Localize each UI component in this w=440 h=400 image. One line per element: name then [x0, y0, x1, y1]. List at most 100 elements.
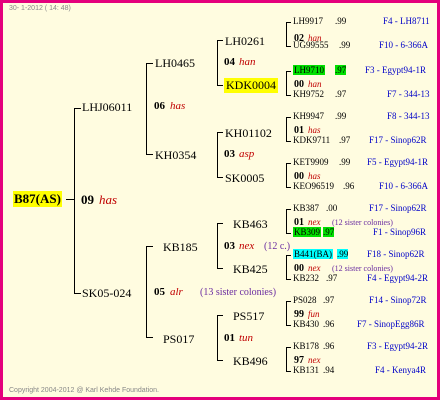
queen-name[interactable]: LHJ06011 [82, 100, 132, 115]
leaf-location: F17 - Sinop62R [369, 203, 427, 213]
sister-note: (12 sister colonies) [332, 218, 393, 227]
leaf-location: F3 - Egypt94-2R [367, 341, 429, 351]
connector [286, 233, 291, 234]
leaf-name[interactable]: KH9947 [293, 111, 324, 121]
queen-year: 03 [224, 240, 235, 252]
connector [146, 63, 147, 154]
connector [217, 223, 218, 268]
leaf-name[interactable]: KB178 [293, 341, 319, 351]
leaf-location: F7 - 344-13 [387, 89, 430, 99]
connector [146, 246, 147, 337]
leaf-year: .99 [335, 16, 347, 26]
leaf-year: .99 [339, 40, 351, 50]
queen-name[interactable]: KH0354 [155, 148, 196, 163]
queen-name[interactable]: LH0261 [225, 34, 265, 49]
leaf-name[interactable]: LH9917 [293, 16, 323, 26]
leaf-location: F4 - Egypt94-2R [367, 273, 429, 283]
connector [217, 315, 223, 316]
queen-line: tun [239, 332, 254, 344]
queen-name[interactable]: KB463 [233, 217, 268, 232]
leaf-name[interactable]: PS028 [293, 295, 317, 305]
leaf-name[interactable]: LH9710 [293, 65, 325, 75]
leaf-year: .94 [323, 365, 335, 375]
leaf-year: .96 [343, 181, 355, 191]
root-year: 09 [81, 192, 94, 207]
leaf-year: .97 [335, 65, 347, 75]
queen-name[interactable]: KB496 [233, 354, 268, 369]
leaf-year: .96 [323, 341, 335, 351]
leaf-name[interactable]: KB309 [293, 227, 322, 237]
queen-name[interactable]: PS517 [233, 309, 264, 324]
connector [286, 95, 291, 96]
connector [74, 108, 81, 109]
date-stamp: 30- 1-2012 ( 14: 48) [9, 5, 71, 12]
connector [286, 347, 291, 348]
leaf-name[interactable]: KB430 [293, 319, 319, 329]
leaf-name[interactable]: KH9752 [293, 89, 324, 99]
connector [286, 163, 291, 164]
connector [217, 268, 223, 269]
sister-note: (12 sister colonies) [332, 264, 393, 273]
connector [286, 141, 291, 142]
connector [286, 117, 291, 118]
connector [286, 209, 291, 210]
connector [74, 108, 75, 293]
connector [286, 255, 287, 279]
queen-name[interactable]: SK05-024 [82, 286, 131, 301]
leaf-year: .97 [326, 273, 338, 283]
queen-line: has [308, 171, 321, 181]
connector [286, 209, 287, 233]
root-queen-name[interactable]: B87(AS) [13, 191, 62, 207]
leaf-year: .99 [335, 111, 347, 121]
queen-line: nex [308, 217, 321, 227]
queen-name[interactable]: KH01102 [225, 126, 272, 141]
leaf-location: F14 - Sinop72R [369, 295, 427, 305]
leaf-location: F4 - LH8711 [383, 16, 430, 26]
leaf-name[interactable]: KDK9711 [293, 135, 330, 145]
queen-line: alr [170, 286, 183, 298]
connector [286, 301, 287, 325]
connector [286, 71, 291, 72]
queen-name[interactable]: LH0465 [155, 56, 195, 71]
leaf-name[interactable]: B441(BA) [293, 249, 333, 259]
queen-name[interactable]: KDK0004 [224, 78, 278, 93]
leaf-year: .99 [339, 157, 351, 167]
leaf-name[interactable]: KB131 [293, 365, 319, 375]
connector [286, 22, 287, 46]
connector [286, 301, 291, 302]
leaf-location: F8 - 344-13 [387, 111, 430, 121]
leaf-location: F18 - Sinop62R [367, 249, 425, 259]
queen-line: han [308, 79, 322, 89]
leaf-location: F1 - Sinop96R [373, 227, 427, 237]
leaf-name[interactable]: KB387 [293, 203, 319, 213]
connector [66, 199, 74, 200]
queen-name[interactable]: KB185 [163, 240, 198, 255]
queen-line: has [170, 100, 186, 112]
connector [217, 40, 223, 41]
leaf-name[interactable]: KB232 [293, 273, 319, 283]
connector [286, 117, 287, 141]
connector [217, 85, 223, 86]
connector [286, 187, 291, 188]
connector [286, 255, 291, 256]
queen-name[interactable]: KB425 [233, 262, 268, 277]
queen-year: 03 [224, 148, 235, 160]
leaf-location: F7 - SinopEgg86R [357, 319, 425, 329]
connector [286, 71, 287, 95]
queen-line: nex [308, 263, 321, 273]
connector [286, 46, 291, 47]
leaf-name[interactable]: KEO96519 [293, 181, 334, 191]
leaf-name[interactable]: KET9909 [293, 157, 329, 167]
queen-name[interactable]: PS017 [163, 332, 194, 347]
connector [286, 279, 291, 280]
connector [217, 315, 218, 360]
leaf-year: .97 [335, 89, 347, 99]
root-queen-line: has [99, 192, 118, 207]
queen-year: 04 [224, 56, 235, 68]
sister-note: (13 sister colonies) [200, 287, 277, 298]
leaf-year: .96 [323, 319, 335, 329]
queen-line: asp [239, 148, 255, 160]
leaf-name[interactable]: UG99555 [293, 40, 329, 50]
queen-year: 06 [154, 100, 165, 112]
queen-name[interactable]: SK0005 [225, 171, 264, 186]
